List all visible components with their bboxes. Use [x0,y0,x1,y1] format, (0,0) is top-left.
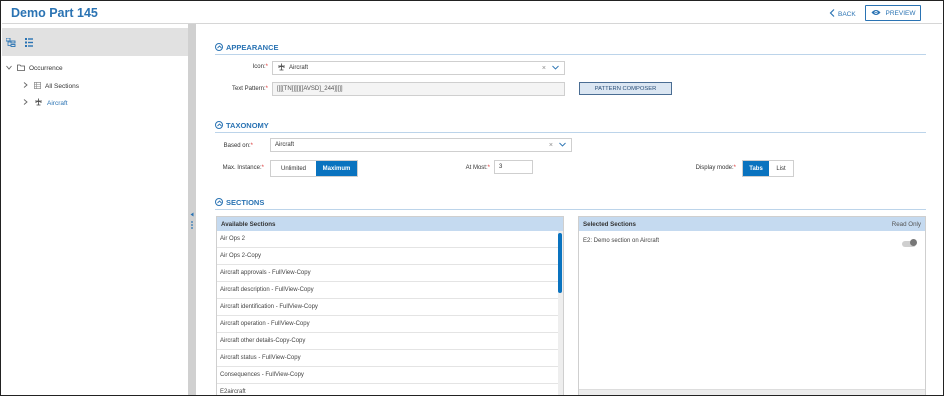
chevron-down-icon[interactable] [559,142,566,149]
pattern-composer-button[interactable]: PATTERN COMPOSER [579,82,672,95]
available-sections-header: Available Sections [217,217,563,231]
preview-button[interactable]: PREVIEW [865,5,921,21]
chevron-left-icon [829,9,835,19]
based-on-value: Aircraft [275,142,295,148]
chevron-right-icon [23,99,30,107]
list-item[interactable]: Aircraft other details-Copy-Copy [217,333,558,350]
panel-footer [579,389,925,395]
read-only-toggle[interactable] [902,239,917,247]
list-item[interactable]: Aircraft operation - FullView-Copy [217,316,558,333]
icon-select-value: Aircraft [289,65,309,71]
list-item[interactable]: Aircraft description - FullView-Copy [217,282,558,299]
tree-item-occurrence[interactable]: Occurrence [6,62,63,74]
display-mode-label: Display mode:* [695,165,736,171]
grid-icon [34,81,41,91]
max-option-maximum[interactable]: Maximum [316,161,357,176]
read-only-label: Read Only [891,220,921,228]
page-title: Demo Part 145 [11,6,98,20]
icon-field-label: Icon:* [252,64,268,70]
collapse-icon [215,43,223,51]
text-pattern-label: Text Pattern:* [231,86,268,92]
list-item[interactable]: Consequences - FullView-Copy [217,367,558,384]
section-title: TAXONOMY [226,120,269,130]
chevron-right-icon [23,82,30,90]
main-content: APPEARANCE Icon:* Aircraft × Text Patter… [196,24,942,395]
list-item[interactable]: Aircraft identification - FullView-Copy [217,299,558,316]
back-button-label: BACK [838,10,856,18]
taxonomy-header[interactable]: TAXONOMY [215,119,269,131]
aircraft-icon [277,63,286,73]
drag-dots-icon [191,220,193,233]
tree-view-icon[interactable] [6,37,16,47]
preview-button-label: PREVIEW [885,9,916,17]
at-most-input[interactable]: 3 [494,160,533,174]
display-mode-toggle: Tabs List [742,160,794,177]
back-button[interactable]: BACK [829,8,856,20]
list-item[interactable]: Air Ops 2 [217,231,558,248]
list-item[interactable]: E2aircraft [217,384,558,395]
clear-icon[interactable]: × [549,142,553,149]
available-sections-panel: Available Sections Air Ops 2 Air Ops 2-C… [216,216,564,395]
list-item[interactable]: Aircraft approvals - FullView-Copy [217,265,558,282]
icon-select[interactable]: Aircraft × [272,61,565,75]
left-tree-panel: Occurrence All Sections Aircraft [2,24,188,395]
based-on-select[interactable]: Aircraft × [270,138,572,152]
tree-item-label: All Sections [45,82,79,90]
list-view-icon[interactable] [24,37,34,47]
list-item[interactable]: Aircraft status - FullView-Copy [217,350,558,367]
scrollbar-thumb[interactable] [558,233,562,293]
section-divider [215,132,926,133]
display-option-list[interactable]: List [769,161,793,176]
aircraft-icon [34,98,43,108]
tree-item-aircraft[interactable]: Aircraft [23,97,68,109]
eye-icon [871,9,881,18]
tree-item-label: Occurrence [29,64,63,72]
clear-icon[interactable]: × [542,65,546,72]
tree-item-all-sections[interactable]: All Sections [23,80,79,92]
collapse-icon [215,121,223,129]
selected-section-item[interactable]: E2: Demo section on Aircraft [583,238,659,244]
text-pattern-field[interactable]: [[[[TN]]]]][[AVSD]_244]][]] [272,82,565,96]
collapse-arrow-icon [190,212,194,219]
app-window: Demo Part 145 BACK PREVIEW Occurrence Al… [0,0,944,396]
section-divider [215,209,926,210]
based-on-label: Based on:* [223,143,253,149]
chevron-down-icon [6,65,13,72]
selected-sections-header: Selected Sections Read Only [579,217,925,231]
at-most-label: At Most:* [465,165,490,171]
section-divider [215,54,926,55]
tree-item-label: Aircraft [47,99,68,107]
appearance-header[interactable]: APPEARANCE [215,41,279,53]
list-scrollbar[interactable] [558,231,563,395]
max-instance-toggle: Unlimited Maximum [270,160,358,177]
page-header: Demo Part 145 BACK PREVIEW [2,2,942,24]
panel-splitter[interactable] [188,24,196,395]
section-title: APPEARANCE [226,42,279,52]
display-option-tabs[interactable]: Tabs [743,161,769,176]
chevron-down-icon[interactable] [552,65,559,72]
tree-toolbar [2,28,188,56]
list-item[interactable]: Air Ops 2-Copy [217,248,558,265]
folder-icon [17,64,25,73]
splitter-handle[interactable] [189,202,195,242]
collapse-icon [215,198,223,206]
max-option-unlimited[interactable]: Unlimited [271,161,316,176]
sections-header[interactable]: SECTIONS [215,196,264,208]
max-instance-label: Max. Instance:* [222,165,264,171]
section-title: SECTIONS [226,197,265,207]
selected-sections-title: Selected Sections [583,220,636,228]
selected-sections-panel: Selected Sections Read Only E2: Demo sec… [578,216,926,395]
